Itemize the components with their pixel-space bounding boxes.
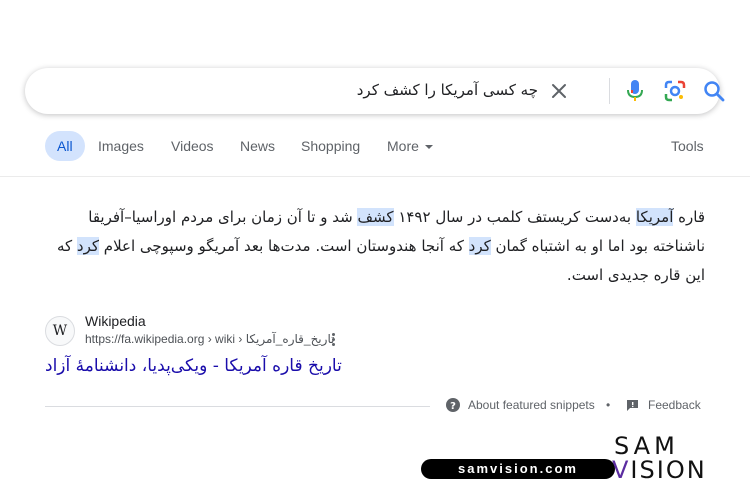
snippet-text: به‌دست کریستف کلمب در سال ۱۴۹۲ [393, 208, 636, 226]
featured-snippet-text: قاره آمریکا به‌دست کریستف کلمب در سال ۱۴… [45, 203, 705, 290]
caret-down-icon [424, 145, 433, 150]
search-bar-separator [609, 78, 610, 104]
feedback-label: Feedback [648, 398, 701, 412]
site-name: Wikipedia [85, 313, 146, 329]
help-icon: ? [446, 398, 460, 412]
tab-news[interactable]: News [240, 131, 275, 161]
svg-text:?: ? [450, 401, 456, 412]
result-source[interactable]: W Wikipedia https://fa.wikipedia.org › w… [45, 313, 365, 353]
watermark-logo-bottom: VISION [612, 456, 707, 484]
search-input[interactable]: چه کسی آمریکا را کشف کرد [357, 81, 538, 99]
site-url: https://fa.wikipedia.org › wiki › تاریخ_… [85, 332, 335, 346]
camera-lens-icon [664, 80, 686, 102]
search-bar[interactable]: چه کسی آمریکا را کشف کرد [25, 68, 725, 114]
watermark-site-bar: samvision.com [421, 459, 615, 479]
search-icon [704, 81, 725, 102]
tab-videos[interactable]: Videos [171, 131, 214, 161]
tab-all[interactable]: All [45, 131, 85, 161]
snippet-highlight: کشف [357, 208, 394, 226]
feedback-link[interactable]: Feedback [626, 398, 701, 412]
search-tabs: All Images Videos News Shopping More Too… [45, 131, 715, 161]
snippet-highlight: کرد [76, 237, 100, 255]
snippet-text: قاره [673, 208, 705, 226]
search-button[interactable] [701, 78, 727, 104]
snippet-text: که آنجا هندوستان است. مدت‌ها بعد آمریگو … [99, 237, 469, 255]
tab-images[interactable]: Images [98, 131, 144, 161]
tab-more-label: More [387, 138, 419, 154]
clear-button[interactable] [546, 78, 572, 104]
snippet-highlight: کرد [468, 237, 491, 255]
result-title-link[interactable]: تاریخ قاره آمریکا - ویکی‌پدیا، دانشنامهٔ… [45, 356, 342, 376]
wikipedia-favicon-icon: W [45, 316, 75, 346]
logo-rest: ISION [630, 456, 707, 484]
footer-divider [45, 406, 430, 407]
footer-dot: • [606, 398, 611, 412]
voice-search-button[interactable] [622, 78, 648, 104]
tools-button[interactable]: Tools [671, 131, 704, 161]
microphone-icon [627, 80, 643, 101]
about-featured-snippets-link[interactable]: ? About featured snippets [446, 398, 595, 412]
tab-more[interactable]: More [387, 131, 433, 161]
close-icon [552, 84, 566, 98]
tab-shopping[interactable]: Shopping [301, 131, 360, 161]
snippet-highlight: آمریکا [635, 208, 674, 226]
lens-search-button[interactable] [662, 78, 688, 104]
feedback-icon [627, 399, 638, 411]
header-divider [0, 176, 750, 177]
more-options-icon[interactable] [331, 333, 337, 347]
about-label: About featured snippets [468, 398, 595, 412]
logo-v: V [612, 456, 631, 484]
